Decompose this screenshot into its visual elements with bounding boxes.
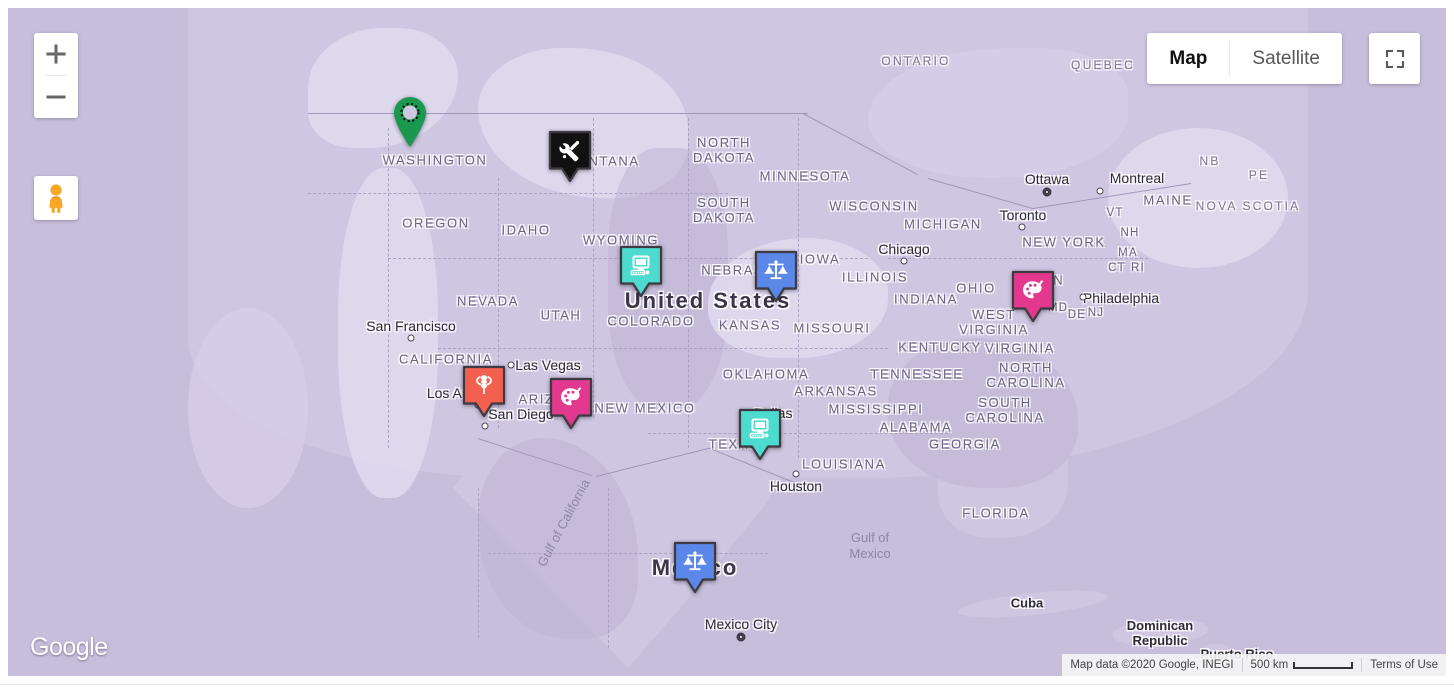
marker-legal-2[interactable]: [672, 540, 718, 596]
map-city-dot: [1042, 187, 1052, 197]
zoom-in-button[interactable]: [34, 33, 78, 75]
fullscreen-button[interactable]: [1369, 33, 1420, 84]
map-border-state: [388, 128, 389, 448]
marker-legal-1[interactable]: [753, 249, 799, 305]
plus-icon: [54, 44, 58, 64]
map-city-dot: [407, 334, 415, 342]
marker-computer-2[interactable]: [737, 407, 783, 463]
map-type-map-button[interactable]: Map: [1147, 33, 1230, 84]
computer-icon-marker: [738, 408, 782, 461]
map-scale-control: 500 km: [1243, 659, 1362, 671]
map-city-dot: [1079, 293, 1087, 301]
map-border-state: [648, 433, 948, 434]
map-city-dot: [736, 632, 746, 642]
map-border-state: [478, 488, 479, 638]
map-terrain-blob: [188, 308, 308, 508]
scales-icon-marker: [754, 250, 798, 303]
map-page: United StatesMéxicoONTARIOQUEBECNBPENOVA…: [0, 0, 1454, 692]
terms-of-use-link[interactable]: Terms of Use: [1362, 659, 1446, 671]
google-logo: Google: [30, 633, 108, 661]
street-view-pegman-button[interactable]: [34, 176, 78, 220]
map-border-state: [688, 118, 689, 448]
marker-location-1[interactable]: [391, 96, 429, 148]
google-map-canvas[interactable]: United StatesMéxicoONTARIOQUEBECNBPENOVA…: [8, 8, 1446, 676]
map-border-state: [488, 553, 768, 554]
map-data-attribution: Map data ©2020 Google, INEGI: [1070, 659, 1234, 671]
minus-icon: [46, 95, 66, 99]
map-city-dot: [792, 470, 800, 478]
location-pin-icon: [394, 97, 426, 147]
map-city-dot: [481, 422, 489, 430]
map-attribution-bar: Map data ©2020 Google, INEGI 500 km Term…: [1062, 654, 1446, 676]
map-type-satellite-button[interactable]: Satellite: [1230, 33, 1342, 84]
map-city-dot: [1018, 223, 1026, 231]
pegman-icon: [49, 184, 63, 213]
map-city-dot: [1096, 187, 1104, 195]
caduceus-icon-marker: [462, 365, 506, 418]
map-landmass-puerto-rico: [1203, 644, 1229, 654]
map-border-state: [608, 488, 609, 648]
map-border-us-canada: [308, 113, 808, 114]
marker-art-1[interactable]: [1010, 269, 1056, 325]
page-footer-strip: [0, 684, 1454, 692]
marker-tools-1[interactable]: [547, 129, 593, 185]
map-scale-bar: [1293, 661, 1354, 669]
scales-icon-marker: [673, 541, 717, 594]
map-city-dot: [507, 361, 515, 369]
marker-medical-1[interactable]: [461, 364, 507, 420]
palette-icon-marker: [1011, 270, 1055, 323]
zoom-out-button[interactable]: [34, 76, 78, 118]
marker-computer-1[interactable]: [618, 244, 664, 300]
map-scale-label: 500 km: [1250, 659, 1289, 671]
zoom-control-group[interactable]: [34, 33, 78, 118]
marker-art-2[interactable]: [548, 376, 594, 432]
map-border-state: [888, 258, 1148, 259]
tools-icon-marker: [548, 130, 592, 183]
map-type-control[interactable]: Map Satellite: [1147, 33, 1342, 84]
map-city-dot: [900, 257, 908, 265]
map-border-state: [438, 348, 888, 349]
map-terrain-blob: [1108, 128, 1288, 268]
computer-icon-marker: [619, 245, 663, 298]
fullscreen-icon: [1385, 49, 1404, 68]
map-border-state: [593, 118, 594, 418]
palette-icon-marker: [549, 377, 593, 430]
map-border-state: [308, 193, 728, 194]
